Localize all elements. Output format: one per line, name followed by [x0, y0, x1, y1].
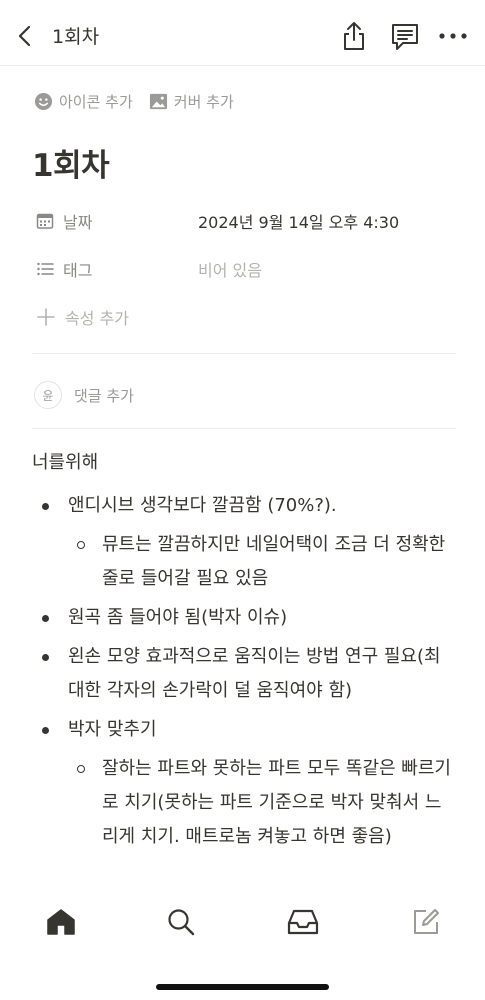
bullet-item[interactable]: 왼손 모양 효과적으로 움직이는 방법 연구 필요(최대한 각자의 손가락이 덜… [32, 640, 457, 708]
list-icon [37, 262, 54, 276]
add-comment-row[interactable]: 윤 댓글 추가 [34, 380, 134, 410]
add-property-button[interactable]: 속성 추가 [36, 303, 456, 331]
bullet-dot [42, 503, 49, 510]
text-block[interactable]: 너를위해 [32, 446, 457, 480]
bullet-item[interactable]: 박자 맞추기 [32, 713, 457, 747]
compose-icon [414, 909, 439, 934]
page-actions: 아이콘 추가 커버 추가 [34, 89, 250, 113]
divider [32, 353, 456, 354]
nav-compose-button[interactable] [409, 905, 443, 939]
page-title[interactable]: 1회차 [32, 140, 110, 185]
page-content[interactable]: 너를위해 앤디시브 생각보다 깔끔함 (70%?). 뮤트는 깔끔하지만 네일어… [32, 446, 457, 859]
calendar-icon [36, 213, 54, 229]
bullet-item[interactable]: 앤디시브 생각보다 깔끔함 (70%?). [32, 489, 457, 523]
plus-icon [37, 308, 55, 326]
sub-bullet-item[interactable]: 잘하는 파트와 못하는 파트 모두 똑같은 빠르기로 치기(못하는 파트 기준으… [32, 752, 457, 854]
back-button[interactable] [14, 22, 38, 50]
bullet-text: 박자 맞추기 [68, 719, 157, 740]
sub-bullet-ring [77, 765, 85, 773]
nav-inbox-button[interactable] [286, 905, 320, 939]
nav-search-button[interactable] [164, 905, 198, 939]
bullet-text: 왼손 모양 효과적으로 움직이는 방법 연구 필요(최대한 각자의 손가락이 덜… [68, 646, 441, 701]
share-icon [344, 22, 364, 50]
add-cover-button[interactable]: 커버 추가 [149, 91, 234, 112]
bottom-nav [0, 895, 485, 955]
home-icon [47, 909, 75, 935]
divider [32, 428, 456, 429]
property-date-value[interactable]: 2024년 9월 14일 오후 4:30 [198, 209, 399, 233]
add-cover-label: 커버 추가 [173, 92, 234, 111]
add-icon-label: 아이콘 추가 [59, 92, 133, 111]
more-horizontal-icon [439, 33, 467, 39]
comment-icon [392, 24, 418, 50]
bullet-item[interactable]: 원곡 좀 들어야 됨(박자 이슈) [32, 601, 457, 635]
bullet-dot [42, 654, 49, 661]
property-tags[interactable]: 태그 비어 있음 [36, 255, 456, 283]
more-options-button[interactable] [438, 24, 468, 48]
property-date-label: 날짜 [63, 213, 93, 232]
comments-button[interactable] [389, 20, 421, 52]
bullet-dot [42, 615, 49, 622]
add-property: 속성 추가 [36, 305, 198, 329]
breadcrumb-title[interactable]: 1회차 [52, 22, 99, 49]
sub-bullet-text: 뮤트는 깔끔하지만 네일어택이 조금 더 정확한 줄로 들어갈 필요 있음 [102, 534, 446, 589]
top-bar: 1회차 [0, 0, 485, 66]
sub-bullet-item[interactable]: 뮤트는 깔끔하지만 네일어택이 조금 더 정확한 줄로 들어갈 필요 있음 [32, 528, 457, 596]
image-icon [149, 93, 167, 109]
smiley-icon [34, 92, 53, 110]
home-indicator[interactable] [156, 984, 329, 990]
add-comment-label: 댓글 추가 [74, 386, 134, 405]
property-date[interactable]: 날짜 2024년 9월 14일 오후 4:30 [36, 207, 456, 235]
search-icon [168, 909, 195, 936]
add-property-label: 속성 추가 [65, 309, 129, 328]
bullet-text: 앤디시브 생각보다 깔끔함 (70%?). [68, 495, 337, 516]
sub-bullet-ring [77, 541, 85, 549]
chevron-left-icon [18, 25, 31, 47]
bullet-dot [42, 727, 49, 734]
add-icon-button[interactable]: 아이콘 추가 [34, 91, 133, 112]
nav-home-button[interactable] [44, 905, 78, 939]
avatar: 윤 [34, 381, 62, 409]
inbox-icon [287, 909, 319, 935]
sub-bullet-text: 잘하는 파트와 못하는 파트 모두 똑같은 빠르기로 치기(못하는 파트 기준으… [102, 758, 451, 847]
property-date-name: 날짜 [36, 209, 198, 233]
property-tags-label: 태그 [63, 261, 93, 280]
property-tags-value[interactable]: 비어 있음 [198, 257, 262, 281]
bullet-text: 원곡 좀 들어야 됨(박자 이슈) [68, 607, 288, 628]
share-button[interactable] [339, 20, 369, 52]
property-tags-name: 태그 [36, 257, 198, 281]
